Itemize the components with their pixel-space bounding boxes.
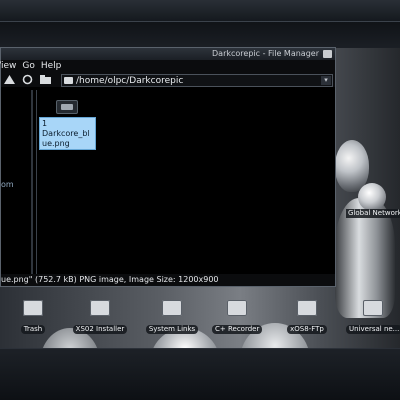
- top-panel: [0, 0, 400, 22]
- file-list: 1 Darkcore_bl ue.png: [36, 90, 335, 274]
- menubar: View Go Help: [0, 60, 335, 72]
- desktop-label-ftp: xOS8-FTp: [287, 325, 327, 334]
- image-file-icon[interactable]: [56, 100, 78, 114]
- global-network-label: Global Network: [346, 209, 400, 218]
- desktop-label-installer: XS02 Installer: [72, 325, 128, 334]
- statusbar: ue.png" (752.7 kB) PNG image, Image Size…: [1, 274, 335, 286]
- desktop-icon-recorder[interactable]: C+ Recorder: [212, 300, 263, 335]
- trash-icon: [23, 300, 43, 316]
- path-dropdown-icon[interactable]: ▾: [321, 76, 331, 85]
- ftp-icon: [297, 300, 317, 316]
- links-icon: [162, 300, 182, 316]
- close-button[interactable]: [323, 50, 332, 58]
- up-arrow-icon[interactable]: [3, 74, 15, 85]
- side-item[interactable]: om: [1, 180, 14, 189]
- refresh-icon[interactable]: [21, 74, 33, 85]
- titlebar[interactable]: Darkcorepic - File Manager: [1, 48, 335, 60]
- path-bar[interactable]: /home/olpc/Darkcorepic ▾: [61, 74, 333, 87]
- desktop-icon-installer[interactable]: XS02 Installer: [70, 300, 130, 335]
- universal-icon: [363, 300, 383, 316]
- desktop-icon-trash[interactable]: Trash: [18, 300, 48, 335]
- menu-help[interactable]: Help: [41, 60, 62, 72]
- side-pane: om: [1, 90, 33, 274]
- installer-icon: [90, 300, 110, 316]
- window-title: Darkcorepic - File Manager: [212, 49, 319, 58]
- desktop-icon-ftp[interactable]: xOS8-FTp: [282, 300, 332, 335]
- desktop-label-system-links: System Links: [145, 325, 199, 334]
- recorder-icon: [227, 300, 247, 316]
- top-strip: [0, 22, 400, 48]
- desktop-icon-system-links[interactable]: System Links: [142, 300, 202, 335]
- desktop-label-trash: Trash: [20, 325, 46, 334]
- desktop-label-universal: Universal ne...: [346, 325, 400, 334]
- bottom-bar: [0, 348, 400, 400]
- file-manager-window: Darkcorepic - File Manager View Go Help …: [0, 47, 336, 287]
- menu-go[interactable]: Go: [22, 60, 34, 72]
- globe-icon[interactable]: [358, 183, 386, 211]
- folder-icon[interactable]: [39, 74, 51, 85]
- path-text: /home/olpc/Darkcorepic: [76, 75, 184, 86]
- desktop-icon-universal[interactable]: Universal ne...: [346, 300, 400, 335]
- path-folder-icon: [64, 77, 73, 84]
- menu-view[interactable]: View: [0, 60, 16, 72]
- selected-file-label[interactable]: 1 Darkcore_bl ue.png: [39, 117, 96, 150]
- desktop-label-recorder: C+ Recorder: [212, 325, 263, 334]
